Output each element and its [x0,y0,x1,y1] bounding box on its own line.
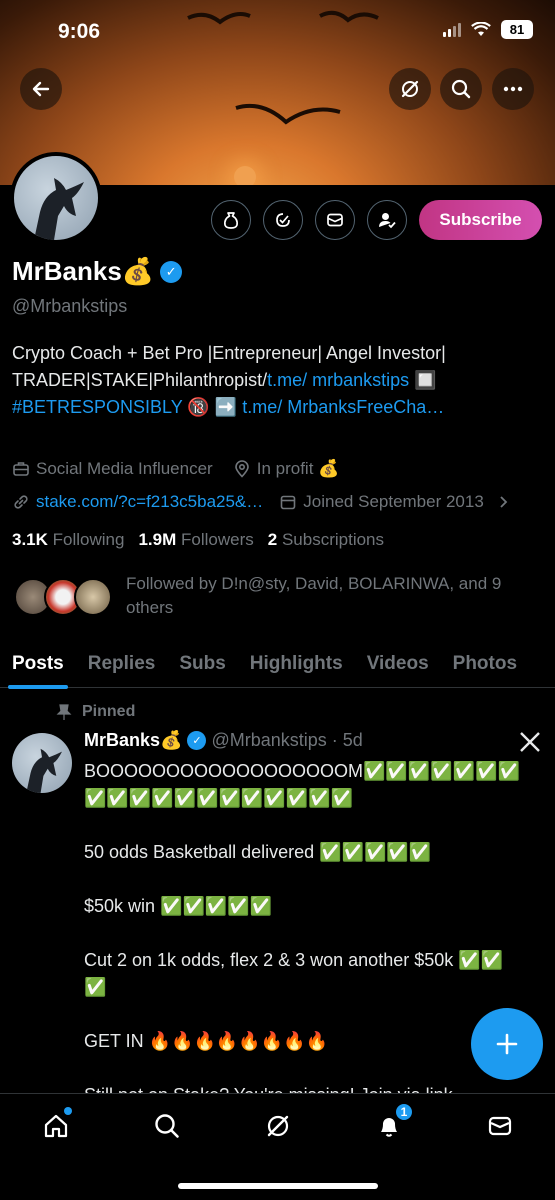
profile-category: Social Media Influencer [36,459,213,478]
tab-highlights[interactable]: Highlights [238,640,355,688]
location-pin-icon [234,460,249,478]
tab-subs[interactable]: Subs [167,640,237,688]
bio-hashtag[interactable]: #BETRESPONSIBLY [12,397,182,417]
goat-silhouette [26,748,62,793]
tab-posts[interactable]: Posts [0,640,76,689]
search-button[interactable] [440,68,482,110]
profile-website[interactable]: stake.com/?c=f213c5ba25&… [36,492,263,512]
nav-grok[interactable] [250,1104,306,1148]
compose-button[interactable] [471,1008,543,1080]
following-stat[interactable]: 3.1K Following [12,530,124,550]
profile-stats: 3.1K Following 1.9M Followers 2 Subscrip… [12,530,384,550]
verified-badge-icon[interactable]: ✓ [160,260,183,283]
bio-link-telegram-2[interactable]: t.me/ MrbanksFreeCha… [242,397,444,417]
grok-button[interactable] [389,68,431,110]
pinned-label-row: Pinned [56,703,135,721]
profile-avatar[interactable] [10,152,102,244]
verified-badge-icon: ✓ [187,731,207,750]
profile-handle: @Mrbankstips [12,296,128,316]
grok-icon [267,1115,289,1137]
goat-silhouette [34,178,84,240]
search-icon [451,79,471,99]
home-indicator [178,1183,378,1189]
bio-emoji: 🔲 [409,370,437,390]
status-icons: 81 [443,20,533,39]
post-author[interactable]: MrBanks💰 [84,730,182,751]
post-avatar[interactable] [12,733,72,793]
profile-name-row: MrBanks💰 ✓ [12,256,183,287]
following-button[interactable] [367,200,407,240]
tip-button[interactable] [211,200,251,240]
nav-search[interactable] [139,1104,195,1148]
briefcase-icon [13,462,29,476]
sun [234,166,256,185]
link-icon [14,495,28,509]
post-handle[interactable]: @Mrbankstips [211,730,326,751]
tab-replies[interactable]: Replies [76,640,168,688]
back-button[interactable] [20,68,62,110]
home-icon [44,1114,68,1138]
pin-icon [56,704,72,720]
chevron-right-icon[interactable] [496,495,510,509]
subscribe-button[interactable]: Subscribe [419,200,542,240]
tab-videos[interactable]: Videos [355,640,441,688]
tab-photos[interactable]: Photos [441,640,529,688]
profile-name: MrBanks💰 [12,256,155,286]
plus-icon [496,1033,518,1055]
profile-meta-row-1: Social Media Influencer In profit 💰 [12,459,339,479]
envelope-icon [488,1116,512,1136]
nav-home[interactable] [28,1104,84,1148]
status-time: 9:06 [58,20,101,43]
more-dots-icon [503,86,523,92]
bio-link-telegram[interactable]: t.me/ mrbankstips [267,370,409,390]
signal-icon [443,22,461,37]
calendar-icon [280,495,296,510]
profile-location: In profit 💰 [256,459,340,478]
followed-by-text[interactable]: Followed by D!n@sty, David, BOLARINWA, a… [126,572,536,620]
money-bag-icon [224,212,238,229]
profile-tabs: Posts Replies Subs Highlights Videos Pho… [0,640,555,689]
bio-emoji-2: 🔞 ➡️ [182,397,243,417]
message-button[interactable] [315,200,355,240]
arrow-left-icon [32,81,50,97]
grok-analyze-button[interactable] [263,200,303,240]
profile-joined: Joined September 2013 [303,492,484,511]
notification-count-badge: 1 [394,1102,414,1122]
person-check-icon [379,213,396,229]
home-unread-dot [64,1107,72,1115]
sparkle-check-icon [276,213,290,227]
post-header: MrBanks💰 ✓ @Mrbankstips · 5d [84,730,363,751]
followers-stat[interactable]: 1.9M Followers [138,530,253,550]
profile-meta-row-2: stake.com/?c=f213c5ba25&… Joined Septemb… [12,492,510,512]
wifi-icon [471,22,491,36]
envelope-icon [327,213,343,227]
more-button[interactable] [492,68,534,110]
search-icon [155,1114,179,1138]
profile-bio: Crypto Coach + Bet Pro |Entrepreneur| An… [12,340,542,421]
battery-icon: 81 [501,20,533,39]
subscriptions-stat[interactable]: 2 Subscriptions [268,530,384,550]
x-logo-icon [520,732,540,752]
post-body: BOOOOOOOOOOOOOOOOOOM✅✅✅✅✅✅✅✅✅✅✅✅✅✅✅✅✅✅✅ … [84,761,520,1105]
grok-icon [401,80,419,98]
post-time: · 5d [331,730,363,750]
nav-messages[interactable] [472,1104,528,1148]
follower-avatar[interactable] [74,578,112,616]
pinned-label: Pinned [82,703,136,720]
nav-notifications[interactable]: 1 [361,1102,417,1148]
